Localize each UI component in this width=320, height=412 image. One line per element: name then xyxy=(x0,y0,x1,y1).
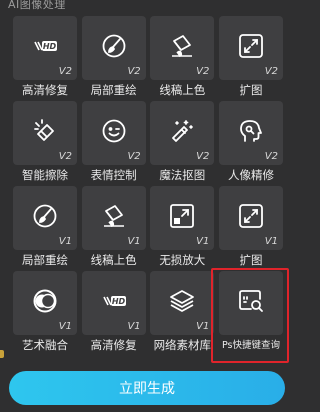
paint-bucket-icon xyxy=(101,203,127,229)
version-badge: V1 xyxy=(196,321,210,332)
version-badge: V1 xyxy=(196,236,210,247)
paint-bucket-icon xyxy=(169,33,195,59)
tool-label: 局部重绘 xyxy=(90,83,137,97)
tool-lossless-upscale-v1[interactable]: V1 无损放大 xyxy=(150,186,215,271)
tool-tile[interactable]: V1 xyxy=(13,186,77,250)
generate-button[interactable]: 立即生成 xyxy=(9,371,285,405)
version-badge: V2 xyxy=(127,151,141,162)
tool-lineart-color-v2[interactable]: V2 线稿上色 xyxy=(150,16,215,101)
tool-label: 表情控制 xyxy=(90,168,137,182)
tool-label: 扩图 xyxy=(239,253,263,267)
eraser-icon xyxy=(32,118,58,144)
tool-tile[interactable]: V1 xyxy=(150,271,215,335)
tool-tile[interactable]: V2 xyxy=(218,16,283,80)
tool-smart-erase-v2[interactable]: V2 智能擦除 xyxy=(13,101,77,186)
version-badge: V1 xyxy=(127,236,141,247)
tool-label: 网络素材库 xyxy=(153,338,212,352)
svg-text:HD: HD xyxy=(43,42,57,51)
tool-row: HD V2 高清修复 V2 局部重绘 V2 线稿上色 V2 扩图 xyxy=(13,16,283,101)
upscale-icon xyxy=(169,203,195,229)
version-badge: V2 xyxy=(58,66,72,77)
tool-hd-restore-v1[interactable]: HD V1 高清修复 xyxy=(81,271,146,356)
tool-tile[interactable]: V2 xyxy=(150,101,215,165)
tool-label: 线稿上色 xyxy=(90,253,137,267)
tool-row: V1 局部重绘 V1 线稿上色 V1 无损放大 V1 扩图 xyxy=(13,186,283,271)
version-badge: V2 xyxy=(58,151,72,162)
version-badge: V1 xyxy=(127,321,141,332)
tool-tile[interactable]: V2 xyxy=(218,101,283,165)
version-badge: V1 xyxy=(264,236,278,247)
expand-icon xyxy=(238,203,264,229)
tool-tile[interactable] xyxy=(218,271,283,335)
version-badge: V1 xyxy=(58,321,72,332)
tool-expand-v1[interactable]: V1 扩图 xyxy=(218,186,283,271)
shortcut-search-icon xyxy=(238,288,264,314)
tool-web-asset-library-v1[interactable]: V1 网络素材库 xyxy=(150,271,215,356)
hd-icon: HD xyxy=(32,33,58,59)
tool-expand-v2[interactable]: V2 扩图 xyxy=(218,16,283,101)
brush-icon xyxy=(101,33,127,59)
version-badge: V2 xyxy=(196,66,210,77)
portrait-icon xyxy=(238,118,264,144)
tool-label: 智能擦除 xyxy=(22,168,68,182)
tool-tile[interactable]: V2 xyxy=(81,16,146,80)
tool-label: 线稿上色 xyxy=(159,83,206,97)
tool-hd-restore-v2[interactable]: HD V2 高清修复 xyxy=(13,16,77,101)
tool-label: 无损放大 xyxy=(159,253,206,267)
version-badge: V2 xyxy=(264,151,278,162)
tool-magic-cutout-v2[interactable]: V2 魔法抠图 xyxy=(150,101,215,186)
layers-icon xyxy=(169,288,195,314)
tool-label: 局部重绘 xyxy=(22,253,68,267)
tool-lineart-color-v1[interactable]: V1 线稿上色 xyxy=(81,186,146,271)
tool-tile[interactable]: V2 xyxy=(81,101,146,165)
tool-tile[interactable]: V2 xyxy=(150,16,215,80)
brush-icon xyxy=(32,203,58,229)
tool-label: 扩图 xyxy=(239,83,263,97)
tool-grid: HD V2 高清修复 V2 局部重绘 V2 线稿上色 V2 扩图 V2 智能擦除… xyxy=(13,16,283,356)
tool-row: V2 智能擦除 V2 表情控制 V2 魔法抠图 V2 人像精修 xyxy=(13,101,283,186)
tool-tile[interactable]: V1 xyxy=(13,271,77,335)
tool-label: 人像精修 xyxy=(227,168,274,182)
expand-icon xyxy=(238,33,264,59)
tool-label: 高清修复 xyxy=(90,338,137,352)
version-badge: V2 xyxy=(264,66,278,77)
tool-inpaint-v1[interactable]: V1 局部重绘 xyxy=(13,186,77,271)
svg-text:HD: HD xyxy=(111,297,125,306)
tool-label: Ps快捷键查询 xyxy=(221,340,280,351)
version-badge: V1 xyxy=(58,236,72,247)
section-title: AI图像处理 xyxy=(8,0,66,11)
tool-art-blend-v1[interactable]: V1 艺术融合 xyxy=(13,271,77,356)
face-icon xyxy=(101,118,127,144)
hd-icon: HD xyxy=(101,288,127,314)
edge-marker xyxy=(0,350,4,358)
tool-ps-shortcut-search[interactable]: Ps快捷键查询 xyxy=(218,271,283,356)
tool-label: 艺术融合 xyxy=(22,338,68,352)
version-badge: V2 xyxy=(127,66,141,77)
tool-expression-control-v2[interactable]: V2 表情控制 xyxy=(81,101,146,186)
tool-row: V1 艺术融合 HD V1 高清修复 V1 网络素材库 Ps快捷键查询 xyxy=(13,271,283,356)
tool-tile[interactable]: V1 xyxy=(81,186,146,250)
tool-portrait-retouch-v2[interactable]: V2 人像精修 xyxy=(218,101,283,186)
magic-wand-icon xyxy=(169,118,195,144)
tool-tile[interactable]: HD V2 xyxy=(13,16,77,80)
tool-tile[interactable]: V1 xyxy=(150,186,215,250)
tool-tile[interactable]: V2 xyxy=(13,101,77,165)
tool-label: 魔法抠图 xyxy=(159,168,206,182)
blend-icon xyxy=(32,288,58,314)
tool-inpaint-v2[interactable]: V2 局部重绘 xyxy=(81,16,146,101)
tool-label: 高清修复 xyxy=(22,83,68,97)
tool-tile[interactable]: V1 xyxy=(218,186,283,250)
version-badge: V2 xyxy=(196,151,210,162)
tool-tile[interactable]: HD V1 xyxy=(81,271,146,335)
